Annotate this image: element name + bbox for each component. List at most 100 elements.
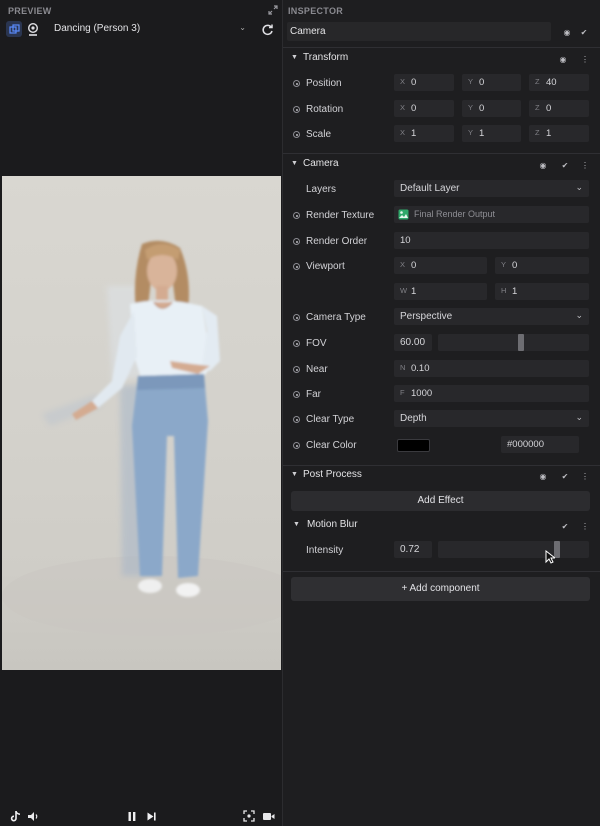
viewport-x-field[interactable]: X0	[394, 257, 487, 274]
add-effect-button[interactable]: Add Effect	[291, 491, 590, 511]
animate-dot-icon[interactable]	[293, 340, 300, 347]
camera-type-dropdown[interactable]: Perspective ⌄	[394, 308, 589, 325]
axis-w-label: W	[400, 286, 408, 295]
axis-y-label: Y	[468, 128, 474, 137]
rotation-x-value: 0	[411, 103, 417, 114]
viewport-h-field[interactable]: H1	[495, 283, 589, 300]
rotation-x-field[interactable]: X0	[394, 100, 454, 117]
position-x-value: 0	[411, 77, 417, 88]
clear-color-label: Clear Color	[306, 440, 357, 451]
camera-header[interactable]: ▼ Camera ◉ ✔ ⋮	[283, 156, 600, 174]
near-field[interactable]: N 0.10	[394, 360, 589, 377]
chevron-down-icon: ⌄	[575, 310, 583, 320]
rotation-y-field[interactable]: Y0	[462, 100, 521, 117]
step-forward-icon[interactable]	[144, 809, 158, 823]
camera-title: Camera	[303, 158, 339, 169]
intensity-slider[interactable]	[438, 541, 589, 558]
far-field[interactable]: F 1000	[394, 385, 589, 402]
enabled-check-icon[interactable]: ✔	[560, 160, 570, 170]
inspector-title: INSPECTOR	[288, 6, 344, 16]
axis-x-label: X	[400, 77, 406, 86]
animate-dot-icon[interactable]	[293, 131, 300, 138]
target-icon[interactable]: ◉	[558, 54, 568, 64]
target-icon[interactable]: ◉	[562, 27, 572, 37]
animate-dot-icon[interactable]	[293, 442, 300, 449]
viewport-w-field[interactable]: W1	[394, 283, 487, 300]
more-options-icon[interactable]: ⋮	[580, 471, 590, 481]
camera-type-label: Camera Type	[306, 312, 366, 323]
clear-type-dropdown[interactable]: Depth ⌄	[394, 410, 589, 427]
animate-dot-icon[interactable]	[293, 416, 300, 423]
fov-field[interactable]: 60.00	[394, 334, 432, 351]
webcam-icon[interactable]	[25, 21, 41, 37]
far-row: Far F 1000	[283, 385, 600, 405]
animate-dot-icon[interactable]	[293, 314, 300, 321]
scale-y-field[interactable]: Y1	[462, 125, 521, 142]
more-options-icon[interactable]: ⋮	[580, 54, 590, 64]
post-process-header[interactable]: ▼ Post Process ◉ ✔ ⋮	[283, 467, 600, 485]
animate-dot-icon[interactable]	[293, 238, 300, 245]
animate-dot-icon[interactable]	[293, 80, 300, 87]
inspector-panel: INSPECTOR Camera ◉ ✔ ▼ Transform ◉ ⋮ Pos…	[283, 0, 600, 826]
preview-source-dropdown[interactable]: Dancing (Person 3) ⌄	[48, 21, 250, 37]
scale-z-value: 1	[546, 128, 552, 139]
expand-icon[interactable]	[268, 5, 278, 15]
intensity-value: 0.72	[400, 544, 420, 555]
collapse-triangle-icon: ▼	[291, 471, 298, 478]
object-name-field[interactable]: Camera	[287, 22, 551, 41]
refresh-icon[interactable]	[259, 21, 275, 37]
enabled-check-icon[interactable]: ✔	[560, 521, 570, 531]
layers-dropdown[interactable]: Default Layer ⌄	[394, 180, 589, 197]
scene-cube-icon[interactable]	[6, 21, 22, 37]
more-options-icon[interactable]: ⋮	[580, 160, 590, 170]
position-z-field[interactable]: Z 40	[529, 74, 589, 91]
position-row: Position X0 Y0 Z 40	[283, 74, 600, 94]
animate-dot-icon[interactable]	[293, 212, 300, 219]
fov-slider-handle[interactable]	[518, 334, 524, 351]
preview-viewport[interactable]	[2, 176, 281, 670]
target-icon[interactable]: ◉	[538, 160, 548, 170]
chevron-down-icon: ⌄	[575, 182, 583, 192]
viewport-y-field[interactable]: Y0	[495, 257, 589, 274]
animate-dot-icon[interactable]	[293, 391, 300, 398]
collapse-triangle-icon: ▼	[291, 160, 298, 167]
enabled-check-icon[interactable]: ✔	[560, 471, 570, 481]
rotation-row: Rotation X0 Y0 Z0	[283, 100, 600, 120]
tiktok-icon[interactable]	[8, 809, 22, 823]
transform-header[interactable]: ▼ Transform ◉ ⋮	[283, 50, 600, 68]
position-y-field[interactable]: Y0	[462, 74, 521, 91]
viewport-row: Viewport X0 Y0	[283, 257, 600, 277]
enabled-check-icon[interactable]: ✔	[579, 27, 589, 37]
intensity-label: Intensity	[306, 545, 344, 556]
more-options-icon[interactable]: ⋮	[580, 521, 590, 531]
motion-blur-header[interactable]: ▼ Motion Blur ✔ ⋮	[283, 517, 600, 535]
rotation-z-field[interactable]: Z0	[529, 100, 589, 117]
clear-color-hex-field[interactable]: #000000	[501, 436, 579, 453]
render-order-field[interactable]: 10	[394, 232, 589, 249]
animate-dot-icon[interactable]	[293, 366, 300, 373]
fov-slider[interactable]	[438, 334, 589, 351]
clear-color-swatch[interactable]	[397, 439, 430, 452]
divider	[283, 571, 600, 572]
position-z-value: 40	[546, 77, 557, 88]
record-video-icon[interactable]	[261, 809, 275, 823]
screenshot-icon[interactable]	[242, 809, 256, 823]
add-component-button[interactable]: + Add component	[291, 577, 590, 601]
scale-x-field[interactable]: X1	[394, 125, 454, 142]
target-icon[interactable]: ◉	[538, 471, 548, 481]
layers-label: Layers	[306, 184, 337, 195]
volume-icon[interactable]	[26, 809, 40, 823]
viewport-w-value: 1	[411, 286, 417, 297]
position-x-field[interactable]: X0	[394, 74, 454, 91]
animate-dot-icon[interactable]	[293, 263, 300, 270]
axis-z-label: Z	[535, 128, 540, 137]
animate-dot-icon[interactable]	[293, 106, 300, 113]
render-texture-row: Render Texture Final Render Output	[283, 206, 600, 226]
viewport-y-value: 0	[512, 260, 518, 271]
pause-icon[interactable]	[125, 809, 139, 823]
scale-z-field[interactable]: Z1	[529, 125, 589, 142]
render-texture-field[interactable]: Final Render Output	[394, 206, 589, 223]
intensity-field[interactable]: 0.72	[394, 541, 432, 558]
camera-type-value: Perspective	[400, 311, 453, 322]
axis-y-label: Y	[468, 103, 474, 112]
